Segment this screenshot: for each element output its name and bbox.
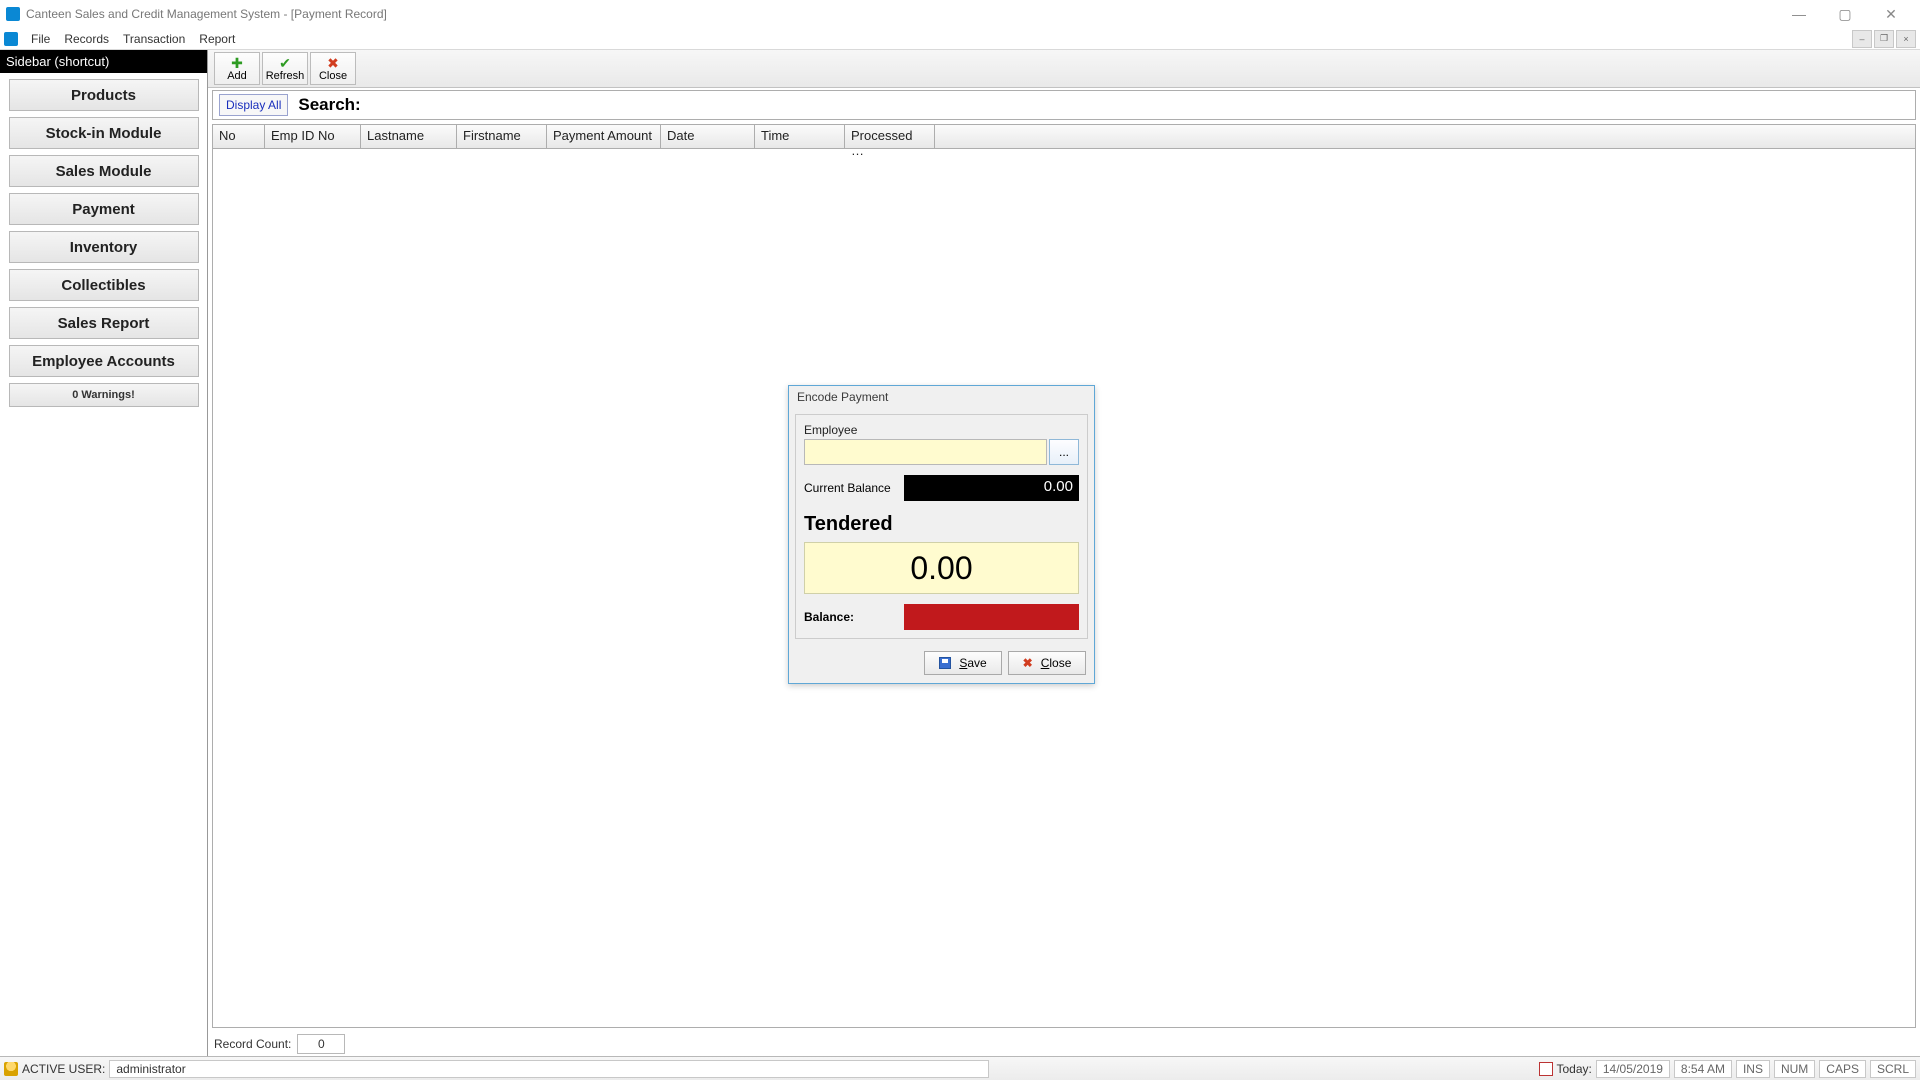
save-button[interactable]: Save [924,651,1002,675]
dialog-close-button[interactable]: ✖ Close [1008,651,1086,675]
mdi-close-button[interactable]: × [1896,30,1916,48]
grid-header-row: No Emp ID No Lastname Firstname Payment … [213,125,1915,149]
user-icon [4,1062,18,1076]
add-label: Add [227,70,247,82]
toolbar: ✚ Add ✔ Refresh ✖ Close [208,50,1920,88]
active-user-value: administrator [109,1060,989,1078]
col-lastname[interactable]: Lastname [361,125,457,148]
status-caps: CAPS [1819,1060,1866,1078]
col-date[interactable]: Date [661,125,755,148]
menu-records[interactable]: Records [57,30,116,48]
dialog-close-label: Close [1041,656,1072,670]
status-ins: INS [1736,1060,1770,1078]
active-user-label: ACTIVE USER: [22,1062,105,1076]
sidebar-item-employee-accounts[interactable]: Employee Accounts [9,345,199,377]
x-icon: ✖ [327,56,339,70]
col-processed-by[interactable]: Processed … [845,125,935,148]
close-label: Close [319,70,347,82]
menu-report[interactable]: Report [192,30,242,48]
sidebar-item-collectibles[interactable]: Collectibles [9,269,199,301]
status-scrl: SCRL [1870,1060,1916,1078]
app-icon [6,7,20,21]
sidebar-item-sales-module[interactable]: Sales Module [9,155,199,187]
status-bar: ACTIVE USER: administrator Today: 14/05/… [0,1056,1920,1080]
search-input[interactable] [365,92,1915,118]
mdi-minimize-button[interactable]: – [1852,30,1872,48]
sidebar: Sidebar (shortcut) Products Stock-in Mod… [0,50,207,1056]
search-bar: Display All Search: [212,90,1916,120]
tendered-label: Tendered [804,513,1079,536]
check-icon: ✔ [279,56,291,70]
record-count-value: 0 [297,1034,345,1054]
sidebar-item-products[interactable]: Products [9,79,199,111]
current-balance-label: Current Balance [804,481,904,495]
display-all-button[interactable]: Display All [219,94,288,116]
balance-label: Balance: [804,610,904,624]
menu-file[interactable]: File [24,30,57,48]
sidebar-item-sales-report[interactable]: Sales Report [9,307,199,339]
window-title: Canteen Sales and Credit Management Syst… [26,7,1776,21]
sidebar-header: Sidebar (shortcut) [0,50,207,73]
col-payment-amount[interactable]: Payment Amount [547,125,661,148]
sidebar-warnings[interactable]: 0 Warnings! [9,383,199,407]
balance-value [904,604,1079,630]
col-empid[interactable]: Emp ID No [265,125,361,148]
save-icon [939,657,951,669]
minimize-button[interactable]: — [1776,0,1822,28]
status-date: 14/05/2019 [1596,1060,1670,1078]
employee-label: Employee [804,423,1079,437]
employee-lookup-button[interactable]: ... [1049,439,1079,465]
sidebar-item-inventory[interactable]: Inventory [9,231,199,263]
close-icon: ✖ [1023,656,1033,670]
search-label: Search: [298,95,360,115]
add-button[interactable]: ✚ Add [214,52,260,85]
sidebar-item-payment[interactable]: Payment [9,193,199,225]
menubar: File Records Transaction Report – ❐ × [0,28,1920,50]
status-time: 8:54 AM [1674,1060,1732,1078]
sidebar-item-stockin[interactable]: Stock-in Module [9,117,199,149]
refresh-label: Refresh [266,70,305,82]
dialog-title: Encode Payment [789,386,1094,408]
col-time[interactable]: Time [755,125,845,148]
close-button[interactable]: ✖ Close [310,52,356,85]
plus-icon: ✚ [231,56,243,70]
status-num: NUM [1774,1060,1815,1078]
content-area: ✚ Add ✔ Refresh ✖ Close Display All Sear… [207,50,1920,1056]
record-count-bar: Record Count: 0 [208,1032,1920,1056]
close-window-button[interactable]: ✕ [1868,0,1914,28]
col-no[interactable]: No [213,125,265,148]
save-label: Save [959,656,986,670]
refresh-button[interactable]: ✔ Refresh [262,52,308,85]
today-label: Today: [1557,1062,1592,1076]
current-balance-value: 0.00 [904,475,1079,501]
record-count-label: Record Count: [214,1037,291,1051]
mdi-restore-button[interactable]: ❐ [1874,30,1894,48]
col-firstname[interactable]: Firstname [457,125,547,148]
employee-input[interactable] [804,439,1047,465]
encode-payment-dialog: Encode Payment Employee ... Current Bala… [788,385,1095,684]
titlebar: Canteen Sales and Credit Management Syst… [0,0,1920,28]
data-grid[interactable]: No Emp ID No Lastname Firstname Payment … [212,124,1916,1028]
maximize-button[interactable]: ▢ [1822,0,1868,28]
tendered-input[interactable]: 0.00 [804,542,1079,594]
calendar-icon [1539,1062,1553,1076]
app-icon-small [4,32,18,46]
menu-transaction[interactable]: Transaction [116,30,192,48]
